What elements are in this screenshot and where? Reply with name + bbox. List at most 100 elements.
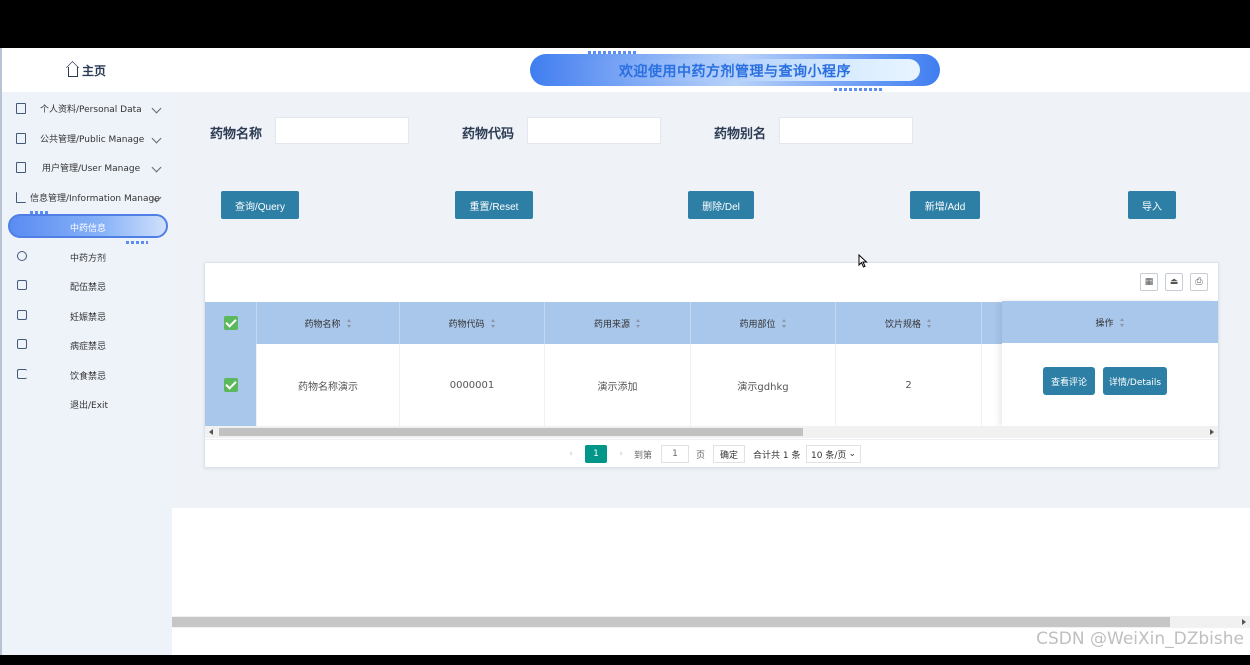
sidebar-item-pregnancy-taboo[interactable]: 妊娠禁忌 (2, 301, 172, 331)
sidebar-item-label: 饮食禁忌 (70, 371, 107, 382)
page-size-select[interactable]: 10 条/页 ⌄ (806, 445, 861, 463)
sidebar-group-label: 公共管理/Public Manage (40, 134, 145, 145)
sidebar-group-information-manage[interactable]: 信息管理/Information Manage (2, 183, 172, 213)
sidebar-item-label: 中药方剂 (70, 253, 107, 264)
calendar-check-icon (17, 309, 27, 320)
chevron-down-icon (151, 133, 162, 143)
ops-header: 操作 (1002, 301, 1218, 343)
book-icon (17, 339, 27, 349)
home-link[interactable]: 主页 (2, 48, 172, 92)
columns-icon[interactable]: ▦ (1140, 273, 1158, 291)
drug-code-input[interactable] (527, 117, 661, 144)
query-button[interactable]: 查询/Query (221, 191, 299, 219)
delete-button[interactable]: 删除/Del (688, 191, 754, 219)
page-number-current[interactable]: 1 (585, 445, 607, 463)
sidebar-group-label: 信息管理/Information Manage (30, 193, 160, 204)
sidebar-item-label: 中药信息 (70, 224, 107, 234)
decor-dots (834, 88, 884, 91)
search-form: 药物名称 药物代码 药物别名 (172, 117, 1250, 145)
total-count: 合计共 1 条 (753, 450, 801, 461)
table-toolbar: ▦ ⏏ ⎙ (1140, 273, 1208, 291)
page-horizontal-scrollbar[interactable] (172, 616, 1250, 628)
sort-icon (1119, 317, 1125, 327)
calendar-icon (17, 280, 27, 290)
search-label-alias: 药物别名 (714, 127, 767, 142)
details-button[interactable]: 详情/Details (1103, 367, 1167, 395)
screen-bottom-black-bar (0, 655, 1250, 665)
select-all-checkbox[interactable] (223, 316, 238, 330)
column-header-label: 药物代码 (448, 319, 485, 330)
operations-column: 操作 查看评论 详情/Details (1002, 301, 1218, 427)
scroll-right-icon[interactable] (1242, 619, 1246, 625)
search-label-code: 药物代码 (462, 127, 515, 142)
sidebar-item-label: 妊娠禁忌 (70, 312, 107, 323)
row-select-cell (205, 344, 257, 426)
export-icon[interactable]: ⏏ (1165, 273, 1183, 291)
clipboard-icon (16, 132, 26, 144)
import-button[interactable]: 导入 (1128, 191, 1176, 219)
title-banner: 欢迎使用中药方剂管理与查询小程序 (530, 51, 940, 91)
reset-button[interactable]: 重置/Reset (455, 191, 533, 219)
main-content: 药物名称 药物代码 药物别名 查询/Query 重置/Reset 删除/Del … (172, 92, 1250, 508)
sidebar-item-disease-taboo[interactable]: 病症禁忌 (2, 330, 172, 360)
goto-confirm-button[interactable]: 确定 (713, 445, 745, 463)
view-comments-button[interactable]: 查看评论 (1043, 367, 1095, 395)
column-header-label: 饮片规格 (884, 319, 921, 330)
page-title: 欢迎使用中药方剂管理与查询小程序 (619, 64, 851, 80)
select-all-cell (205, 302, 257, 344)
column-header[interactable]: 药用来源 (545, 302, 691, 344)
sort-icon (636, 318, 641, 328)
column-header[interactable]: 药用部位 (691, 302, 836, 344)
screen-top-black-bar (0, 0, 1250, 48)
next-page-icon[interactable]: › (615, 445, 627, 463)
sidebar-item-herb-formula[interactable]: 中药方剂 (2, 242, 172, 272)
table-horizontal-scrollbar[interactable] (205, 426, 1218, 438)
sidebar-item-label: 配伍禁忌 (70, 283, 107, 293)
scroll-left-icon[interactable] (209, 429, 213, 435)
active-pill: 中药信息 (8, 214, 168, 238)
sidebar-group-personal-data[interactable]: 个人资料/Personal Data (2, 94, 172, 124)
sidebar-group-user-manage[interactable]: 用户管理/User Manage (2, 153, 172, 183)
scroll-right-icon[interactable] (1210, 429, 1214, 435)
prev-page-icon[interactable]: ‹ (565, 445, 577, 463)
cell-code: 0000001 (400, 344, 545, 426)
add-button[interactable]: 新增/Add (910, 191, 980, 219)
print-icon[interactable]: ⎙ (1190, 273, 1208, 291)
goto-page-input[interactable]: 1 (661, 445, 689, 463)
drug-alias-input[interactable] (779, 117, 913, 144)
sidebar-item-diet-taboo[interactable]: 饮食禁忌 (2, 360, 172, 390)
search-label-name: 药物名称 (210, 127, 263, 142)
home-icon (67, 66, 78, 77)
users-icon (16, 162, 26, 174)
chevron-down-icon (151, 103, 162, 114)
cell-name: 药物名称演示 (257, 344, 400, 426)
page-unit: 页 (696, 450, 706, 461)
column-header-label: 药用来源 (593, 319, 630, 330)
sidebar-item-exit[interactable]: 退出/Exit (2, 389, 172, 419)
cell-spec: 2 (836, 344, 982, 426)
cell-part: 演示gdhkg (691, 344, 836, 426)
watermark: CSDN @WeiXin_DZbishe (1036, 629, 1244, 649)
page-size-value: 10 条/页 (811, 450, 847, 461)
sidebar-group-public-manage[interactable]: 公共管理/Public Manage (2, 124, 172, 154)
cell-source: 演示添加 (545, 344, 691, 426)
sidebar-item-herb-info[interactable]: 中药信息 (2, 211, 172, 244)
sidebar-item-compatibility-taboo[interactable]: 配伍禁忌 (2, 271, 172, 301)
header: 欢迎使用中药方剂管理与查询小程序 (172, 48, 1250, 92)
row-checkbox[interactable] (223, 378, 238, 392)
column-header[interactable]: 药物名称 (257, 302, 400, 344)
sort-icon (346, 318, 352, 328)
column-header[interactable]: 饮片规格 (836, 302, 982, 344)
chevron-down-icon (151, 162, 162, 173)
sort-icon (781, 318, 787, 328)
column-header[interactable]: 药物代码 (400, 302, 545, 344)
pagination: ‹ 1 › 到第 1 页 确定 合计共 1 条 10 条/页 ⌄ (205, 439, 1218, 467)
sort-icon (490, 318, 496, 328)
scrollbar-thumb[interactable] (172, 617, 1170, 627)
drug-name-input[interactable] (275, 117, 409, 144)
column-header-label: 药用部位 (739, 319, 776, 330)
logout-icon (17, 368, 27, 379)
scrollbar-thumb[interactable] (219, 428, 803, 436)
chevron-down-icon: ⌄ (848, 449, 856, 459)
goto-label: 到第 (634, 450, 653, 461)
